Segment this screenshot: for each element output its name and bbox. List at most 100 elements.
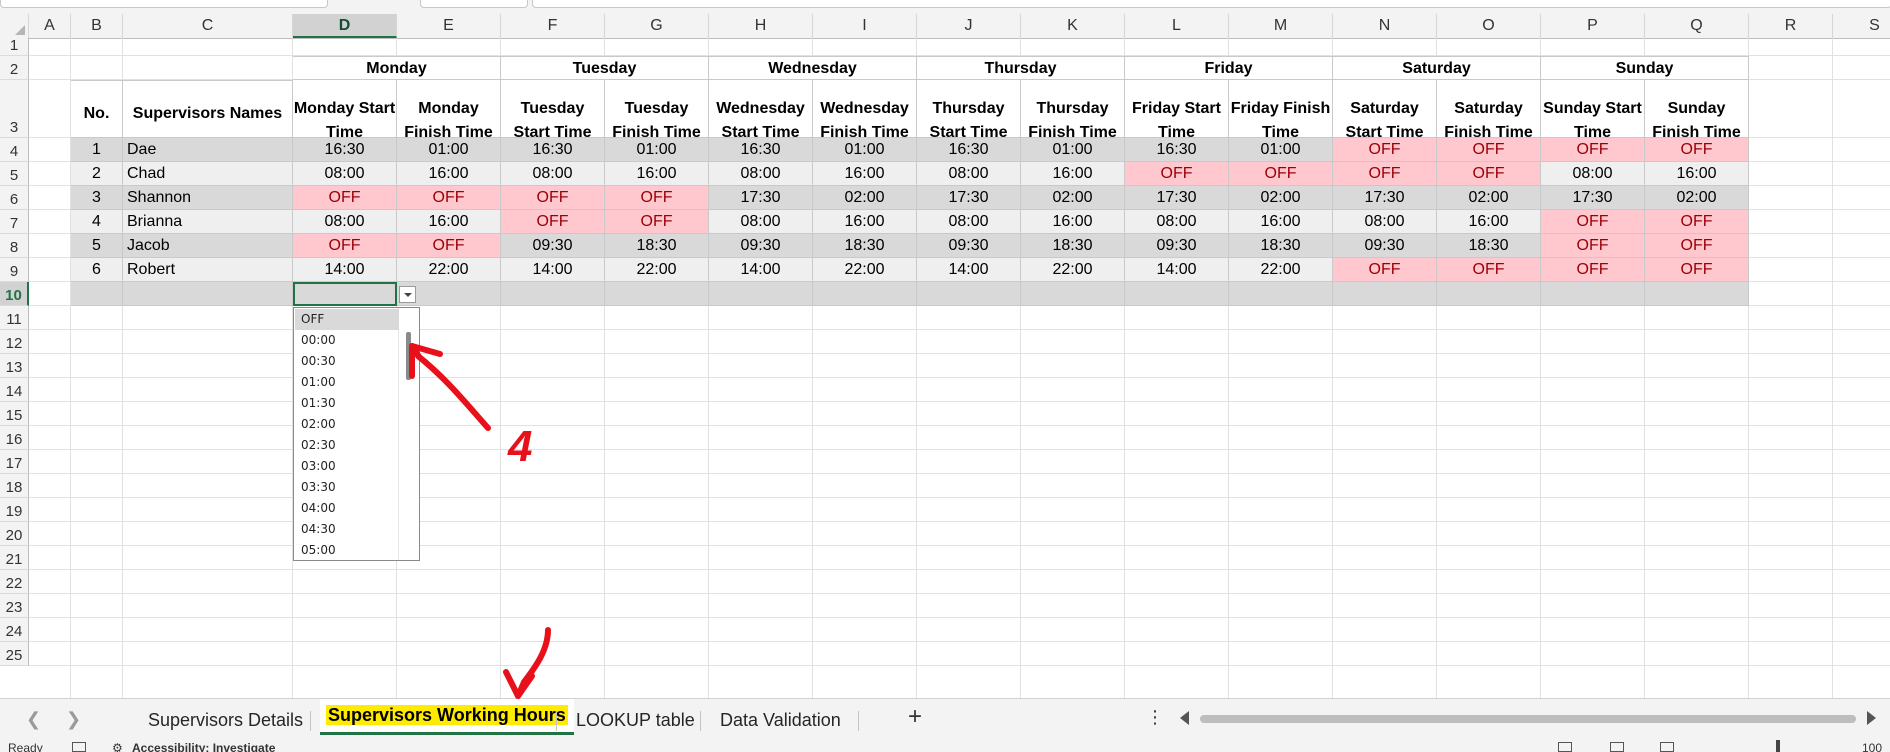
cell-time[interactable]: 16:00 — [397, 162, 501, 186]
cell-time[interactable]: 01:00 — [605, 138, 709, 162]
row-header-19[interactable]: 19 — [0, 498, 29, 522]
cell-time[interactable]: 16:00 — [1021, 210, 1125, 234]
select-all-corner[interactable] — [0, 14, 29, 38]
cell-empty-row10[interactable] — [1125, 282, 1229, 306]
cell-time[interactable]: 02:00 — [1645, 186, 1749, 210]
cell-time[interactable]: 08:00 — [1541, 162, 1645, 186]
dropdown-option[interactable]: OFF — [295, 309, 399, 330]
cell-time[interactable]: OFF — [1541, 234, 1645, 258]
row-header-4[interactable]: 4 — [0, 138, 29, 162]
row-header-17[interactable]: 17 — [0, 450, 29, 474]
zoom-level[interactable]: 100 — [1862, 741, 1882, 752]
cell-time[interactable]: OFF — [1437, 258, 1541, 282]
cell-time[interactable]: OFF — [1541, 258, 1645, 282]
cell-time[interactable]: 22:00 — [605, 258, 709, 282]
column-header-f[interactable]: F — [501, 14, 605, 38]
cell-time[interactable]: 14:00 — [917, 258, 1021, 282]
macro-record-icon[interactable] — [72, 742, 86, 752]
cell-time[interactable]: 16:00 — [397, 210, 501, 234]
cell-time[interactable]: OFF — [1541, 138, 1645, 162]
cell-time[interactable]: OFF — [1125, 162, 1229, 186]
cell-time[interactable]: 01:00 — [1021, 138, 1125, 162]
row-header-15[interactable]: 15 — [0, 402, 29, 426]
cell-time[interactable]: 18:30 — [605, 234, 709, 258]
row-header-25[interactable]: 25 — [0, 642, 29, 666]
cell-time[interactable]: 16:30 — [501, 138, 605, 162]
cell-time[interactable]: 16:30 — [1125, 138, 1229, 162]
dropdown-option[interactable]: 00:30 — [295, 351, 399, 372]
cell-time[interactable]: 08:00 — [917, 162, 1021, 186]
row-header-5[interactable]: 5 — [0, 162, 29, 186]
column-header-m[interactable]: M — [1229, 14, 1333, 38]
cell-time[interactable]: 14:00 — [1125, 258, 1229, 282]
cell-time[interactable]: 14:00 — [293, 258, 397, 282]
scroll-left-icon[interactable] — [1180, 711, 1189, 725]
cell-empty-row10[interactable] — [123, 282, 293, 306]
column-header-e[interactable]: E — [397, 14, 501, 38]
row-header-8[interactable]: 8 — [0, 234, 29, 258]
cell-time[interactable]: 09:30 — [1125, 234, 1229, 258]
cell-empty-row10[interactable] — [605, 282, 709, 306]
row-header-12[interactable]: 12 — [0, 330, 29, 354]
name-box[interactable] — [0, 0, 328, 8]
cell-time[interactable]: OFF — [605, 186, 709, 210]
cell-empty-row10[interactable] — [1645, 282, 1749, 306]
cell-time[interactable]: 08:00 — [293, 162, 397, 186]
dropdown-option[interactable]: 03:00 — [295, 456, 399, 477]
column-header-a[interactable]: A — [29, 14, 71, 38]
cell-time[interactable]: 16:00 — [813, 162, 917, 186]
cell-time[interactable]: 18:30 — [1229, 234, 1333, 258]
cell-no[interactable]: 2 — [71, 162, 123, 186]
cell-time[interactable]: 17:30 — [1541, 186, 1645, 210]
column-header-b[interactable]: B — [71, 14, 123, 38]
tab-scroll-left-icon[interactable]: ❮ — [26, 709, 41, 730]
cell-time[interactable]: 02:00 — [1021, 186, 1125, 210]
cell-no[interactable]: 3 — [71, 186, 123, 210]
page-layout-icon[interactable] — [1610, 742, 1624, 752]
column-header-i[interactable]: I — [813, 14, 917, 38]
sheet-tab-lookup-table[interactable]: LOOKUP table — [576, 707, 695, 733]
cell-empty-row10[interactable] — [917, 282, 1021, 306]
cell-time[interactable]: 08:00 — [917, 210, 1021, 234]
cell-time[interactable]: OFF — [1437, 138, 1541, 162]
cell-empty-row10[interactable] — [1437, 282, 1541, 306]
cell-time[interactable]: 16:30 — [293, 138, 397, 162]
row-header-2[interactable]: 2 — [0, 56, 29, 80]
cell-no[interactable]: 1 — [71, 138, 123, 162]
column-header-l[interactable]: L — [1125, 14, 1229, 38]
dropdown-option[interactable]: 01:00 — [295, 372, 399, 393]
row-header-24[interactable]: 24 — [0, 618, 29, 642]
selected-cell-d10[interactable] — [293, 282, 397, 306]
cell-empty-row10[interactable] — [813, 282, 917, 306]
cell-supervisor-name[interactable]: Chad — [123, 162, 293, 186]
cell-time[interactable]: 16:00 — [1229, 210, 1333, 234]
column-header-s[interactable]: S — [1833, 14, 1890, 38]
dropdown-option[interactable]: 04:30 — [295, 519, 399, 540]
row-header-23[interactable]: 23 — [0, 594, 29, 618]
cell-time[interactable]: OFF — [501, 210, 605, 234]
normal-view-icon[interactable] — [1558, 742, 1572, 752]
cell-time[interactable]: 09:30 — [917, 234, 1021, 258]
row-header-18[interactable]: 18 — [0, 474, 29, 498]
cell-time[interactable]: 08:00 — [501, 162, 605, 186]
cell-supervisor-name[interactable]: Jacob — [123, 234, 293, 258]
cell-time[interactable]: 22:00 — [1229, 258, 1333, 282]
row-header-11[interactable]: 11 — [0, 306, 29, 330]
cell-time[interactable]: OFF — [1645, 258, 1749, 282]
row-header-10[interactable]: 10 — [0, 282, 29, 306]
cell-time[interactable]: OFF — [397, 234, 501, 258]
cell-time[interactable]: 09:30 — [501, 234, 605, 258]
sheet-tab-supervisors-details[interactable]: Supervisors Details — [148, 707, 303, 733]
cell-time[interactable]: 22:00 — [1021, 258, 1125, 282]
validation-dropdown-list[interactable]: OFF 00:00 00:30 01:00 01:30 02:00 02:30 03:00 03… — [293, 307, 420, 561]
cell-time[interactable]: OFF — [1645, 234, 1749, 258]
cell-time[interactable]: 18:30 — [1437, 234, 1541, 258]
row-header-1[interactable]: 1 — [0, 37, 29, 56]
cell-time[interactable]: OFF — [1229, 162, 1333, 186]
cell-empty-row10[interactable] — [1333, 282, 1437, 306]
cell-time[interactable]: 01:00 — [1229, 138, 1333, 162]
cell-time[interactable]: 02:00 — [1229, 186, 1333, 210]
cell-empty-row10[interactable] — [1229, 282, 1333, 306]
row-header-21[interactable]: 21 — [0, 546, 29, 570]
cell-time[interactable]: 22:00 — [813, 258, 917, 282]
